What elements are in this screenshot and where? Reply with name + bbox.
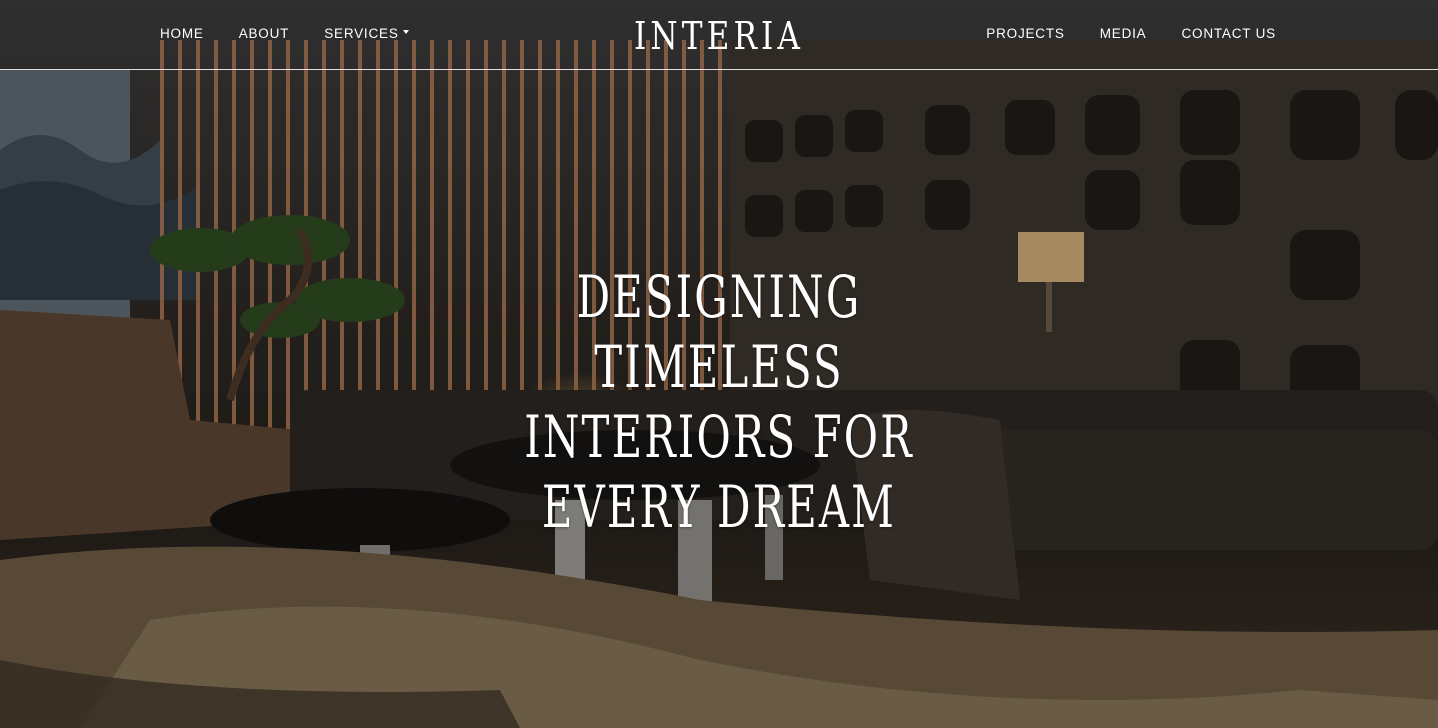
nav-link-media[interactable]: MEDIA <box>1100 24 1147 44</box>
site-header: HOME ABOUT SERVICES INTERIA PROJECTS MED… <box>0 0 1438 70</box>
primary-nav-right: PROJECTS MEDIA CONTACT US <box>951 24 1276 44</box>
nav-link-projects[interactable]: PROJECTS <box>986 24 1064 44</box>
hero-section: HOME ABOUT SERVICES INTERIA PROJECTS MED… <box>0 0 1438 728</box>
nav-link-contact-us[interactable]: CONTACT US <box>1181 24 1276 44</box>
hero-headline: DESIGNING TIMELESS INTERIORS FOR EVERY D… <box>524 263 914 541</box>
